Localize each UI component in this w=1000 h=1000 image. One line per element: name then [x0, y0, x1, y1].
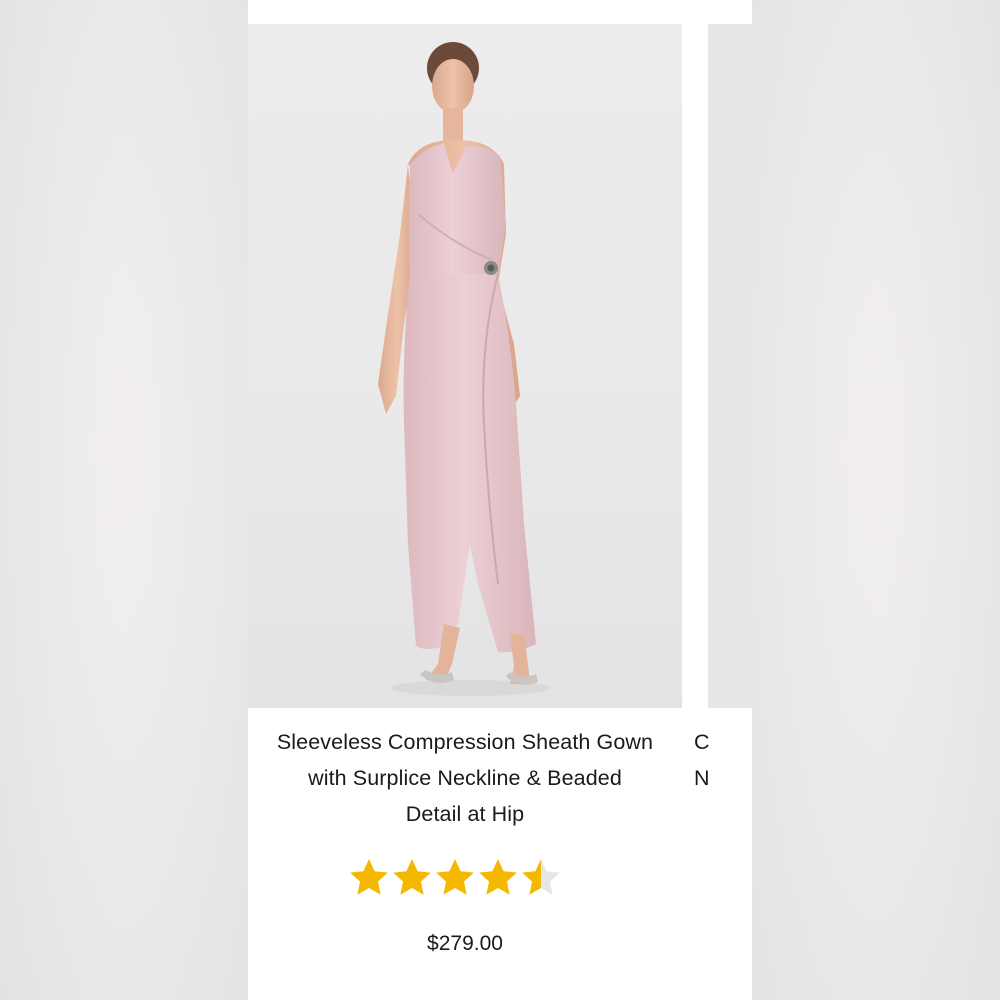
blurred-background-right [752, 0, 1000, 1000]
model-dress-illustration [378, 42, 550, 696]
star-rating[interactable] [348, 856, 588, 900]
star-icon [436, 859, 474, 895]
product-image[interactable] [248, 24, 682, 708]
next-product-title-line-2: N [694, 766, 710, 790]
product-title-line-2: with Surplice Neckline & Beaded [308, 766, 622, 790]
screenshot-stage: Sleeveless Compression Sheath Gown with … [0, 0, 1000, 1000]
product-price: $279.00 [427, 932, 503, 955]
next-product-title[interactable]: C N [694, 724, 752, 796]
product-card[interactable]: Sleeveless Compression Sheath Gown with … [248, 24, 682, 1000]
star-icon [479, 859, 517, 895]
blurred-background-left [0, 0, 248, 1000]
star-icon [350, 859, 388, 895]
product-title[interactable]: Sleeveless Compression Sheath Gown with … [248, 724, 682, 832]
product-title-line-1: Sleeveless Compression Sheath Gown [276, 730, 654, 754]
star-icon [393, 859, 431, 895]
next-product-image[interactable] [708, 24, 752, 708]
next-product-title-line-1: C [694, 730, 710, 754]
next-product-card[interactable]: C N [694, 24, 752, 1000]
product-carousel[interactable]: Sleeveless Compression Sheath Gown with … [248, 0, 752, 1000]
product-title-line-3: Detail at Hip [405, 802, 525, 826]
star-icon [522, 859, 560, 895]
